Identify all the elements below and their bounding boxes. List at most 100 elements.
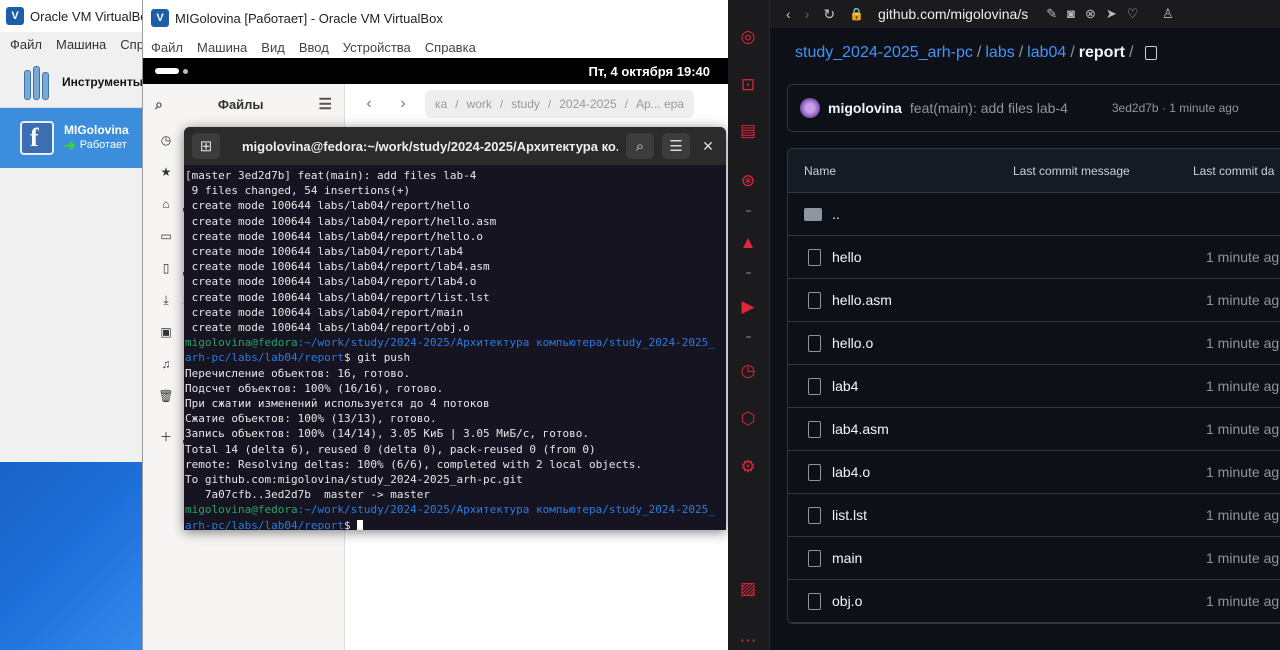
crumb-year[interactable]: 2024-2025 — [559, 97, 616, 111]
term-line: To github.com:migolovina/study_2024-2025… — [185, 473, 523, 487]
crumb-labs[interactable]: labs — [985, 44, 1014, 61]
vbm-titlebar[interactable]: V Oracle VM VirtualBox — [0, 0, 147, 32]
activities-indicator[interactable] — [155, 68, 188, 74]
forward-arrow-icon[interactable]: › — [391, 95, 415, 113]
vm-titlebar[interactable]: V MIGolovina [Работает] - Oracle VM Virt… — [143, 0, 728, 36]
term-line: Подсчет объектов: 100% (16/16), готово. — [185, 381, 444, 395]
prompt-user: migolovina@fedora — [185, 336, 298, 350]
term-line: create mode 100644 labs/lab04/report/lab… — [185, 275, 477, 289]
vbm-tools-item[interactable]: Инструменты — [0, 56, 147, 108]
star-icon: ★ — [160, 165, 172, 179]
files-sidebar-header: ⌕ Файлы ☰ — [143, 84, 344, 124]
file-row[interactable]: lab4.o 1 minute ag — [788, 451, 1280, 494]
crumb-partial[interactable]: ка — [435, 97, 447, 111]
copy-path-icon[interactable] — [1145, 45, 1158, 60]
term-line: Сжатие объектов: 100% (13/13), готово. — [185, 412, 437, 426]
menu-icon[interactable]: ☰ — [662, 133, 690, 159]
file-time: 1 minute ag — [1206, 550, 1280, 566]
path-breadcrumb[interactable]: ка / work / study/ 2024-2025/ Ар... ера — [425, 90, 695, 118]
extensions-icon[interactable]: ⬡ — [737, 408, 759, 430]
vm-list-item[interactable]: MIGolovina ➔ Работает — [0, 108, 147, 168]
text-cursor — [357, 519, 364, 530]
file-row[interactable]: hello.asm 1 minute ag — [788, 279, 1280, 322]
gallery-icon[interactable]: ▨ — [737, 578, 759, 600]
file-name[interactable]: list.lst — [832, 507, 867, 523]
crumb-work[interactable]: work — [467, 97, 492, 111]
file-name[interactable]: lab4.asm — [832, 421, 889, 437]
back-arrow-icon[interactable]: ‹ — [357, 95, 381, 113]
hamburger-menu-icon[interactable]: ☰ — [319, 95, 332, 113]
crumb-sep: / — [1129, 44, 1134, 61]
commit-message[interactable]: feat(main): add files lab-4 — [910, 100, 1068, 116]
github-page: study_2024-2025_arh-pc / labs / lab04/report… — [770, 28, 1280, 650]
parent-dir-row[interactable]: .. — [788, 193, 1280, 236]
file-name[interactable]: lab4 — [832, 378, 858, 394]
opera-sidebar: ◎ ⊡ ▤ ⊛ ▲ ▶ ◷ ⬡ ⚙ ▨ ⋯ — [728, 0, 770, 650]
trash-icon: 🗑 — [158, 389, 174, 403]
close-icon[interactable]: ✕ — [698, 138, 718, 155]
lock-icon: 🔒 — [849, 7, 865, 21]
forward-icon[interactable]: › — [805, 6, 810, 22]
vbm-menu-machine[interactable]: Машина — [56, 37, 106, 52]
latest-commit-box: migolovina feat(main): add files lab-4 3… — [787, 84, 1280, 132]
file-name[interactable]: lab4.o — [832, 464, 870, 480]
virtualbox-manager-window: V Oracle VM VirtualBox Файл Машина Справ… — [0, 0, 148, 462]
settings-icon[interactable]: ⚙ — [737, 456, 759, 478]
back-icon[interactable]: ‹ — [786, 6, 791, 22]
file-row[interactable]: lab4.asm 1 minute ag — [788, 408, 1280, 451]
term-line: 7a07cfb..3ed2d7b master -> master — [185, 488, 431, 502]
search-icon[interactable]: ⌕ — [155, 96, 163, 113]
vbm-menu-file[interactable]: Файл — [10, 37, 42, 52]
vm-menu-file[interactable]: Файл — [151, 40, 183, 55]
search-icon[interactable]: ⌕ — [626, 133, 654, 159]
player-icon[interactable]: ▶ — [737, 296, 759, 318]
clock-icon: ◷ — [160, 133, 172, 147]
vm-menu-help[interactable]: Справка — [425, 40, 476, 55]
clock[interactable]: Пт, 4 октября 19:40 — [589, 64, 710, 79]
file-row[interactable]: main 1 minute ag — [788, 537, 1280, 580]
tools-label: Инструменты — [62, 74, 144, 89]
reload-icon[interactable]: ↻ — [823, 6, 835, 23]
crumb-lab04[interactable]: lab04 — [1027, 44, 1066, 61]
file-name[interactable]: main — [832, 550, 862, 566]
ai-icon[interactable]: ⊛ — [737, 170, 759, 192]
crumb-current: report — [1078, 44, 1126, 61]
bag-icon[interactable]: ⊡ — [737, 74, 759, 96]
twitch-icon[interactable]: ▤ — [737, 120, 759, 142]
address-bar[interactable]: github.com/migolovina/s — [878, 6, 1028, 22]
history-icon[interactable]: ◷ — [737, 360, 759, 382]
toolbar-actions[interactable]: ✎◙⊗➤♡ ♙ — [1046, 6, 1183, 22]
vm-menu-machine[interactable]: Машина — [197, 40, 247, 55]
col-message: Last commit message — [1013, 163, 1130, 178]
vm-menu-view[interactable]: Вид — [261, 40, 285, 55]
vm-title-text: MIGolovina [Работает] - Oracle VM Virtua… — [175, 10, 443, 26]
file-row[interactable]: hello.o 1 minute ag — [788, 322, 1280, 365]
terminal-output[interactable]: [master 3ed2d7b] feat(main): add files l… — [184, 165, 726, 530]
aria-icon[interactable]: ▲ — [737, 232, 759, 254]
crumb-repo[interactable]: study_2024-2025_arh-pc — [795, 44, 973, 61]
file-row[interactable]: list.lst 1 minute ag — [788, 494, 1280, 537]
commit-author[interactable]: migolovina — [828, 100, 902, 116]
file-row[interactable]: obj.o 1 minute ag — [788, 580, 1280, 623]
crumb-study[interactable]: study — [511, 97, 540, 111]
file-name[interactable]: hello.o — [832, 335, 873, 351]
file-row[interactable]: lab4 1 minute ag — [788, 365, 1280, 408]
crumb-arch[interactable]: Ар... ера — [636, 97, 684, 111]
new-tab-icon[interactable]: ⊞ — [192, 133, 220, 159]
file-time: 1 minute ag — [1206, 593, 1280, 609]
avatar[interactable] — [800, 98, 820, 118]
file-name[interactable]: hello — [832, 249, 862, 265]
file-name[interactable]: hello.asm — [832, 292, 892, 308]
more-icon[interactable]: ⋯ — [737, 630, 759, 650]
parent-dir-link[interactable]: .. — [832, 206, 840, 222]
vm-menu-devices[interactable]: Устройства — [343, 40, 411, 55]
file-row[interactable]: hello 1 minute ag — [788, 236, 1280, 279]
term-line: create mode 100644 labs/lab04/report/hel… — [185, 229, 484, 243]
speed-dial-icon[interactable]: ◎ — [737, 26, 759, 48]
file-name[interactable]: obj.o — [832, 593, 862, 609]
commit-hash-time[interactable]: 3ed2d7b · 1 minute ago — [1112, 101, 1239, 115]
document-icon: ▯ — [162, 261, 170, 275]
vm-status: ➔ Работает — [64, 137, 129, 154]
vm-status-text: Работает — [79, 139, 127, 151]
vm-menu-input[interactable]: Ввод — [299, 40, 329, 55]
